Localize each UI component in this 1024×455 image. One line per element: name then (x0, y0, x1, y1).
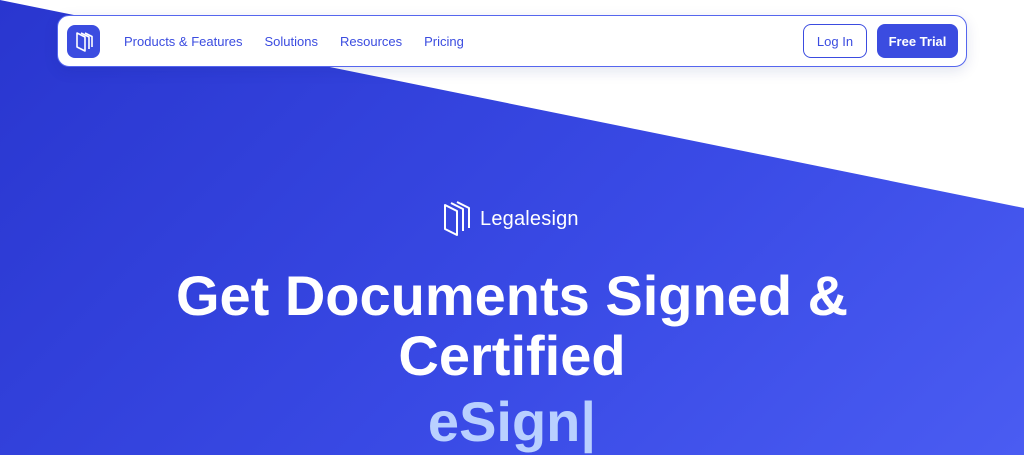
hero-headline: Get Documents Signed & Certified (0, 266, 1024, 386)
brand-name: Legalesign (480, 207, 579, 230)
legalesign-mark-icon (444, 201, 470, 236)
top-navbar: Products & Features Solutions Resources … (57, 15, 967, 67)
nav-link-pricing[interactable]: Pricing (424, 34, 464, 49)
nav-link-resources[interactable]: Resources (340, 34, 402, 49)
free-trial-button[interactable]: Free Trial (877, 24, 958, 58)
login-button[interactable]: Log In (803, 24, 867, 58)
nav-links: Products & Features Solutions Resources … (124, 16, 486, 66)
nav-link-solutions[interactable]: Solutions (265, 34, 318, 49)
headline-line-1: Get Documents Signed & (175, 264, 849, 327)
legalesign-logo-icon[interactable] (67, 25, 100, 58)
typed-rotating-text: eSign| (427, 390, 597, 453)
nav-link-products-features[interactable]: Products & Features (124, 34, 243, 49)
hero-brand: Legalesign (442, 200, 579, 238)
headline-line-2: Certified (398, 324, 626, 387)
